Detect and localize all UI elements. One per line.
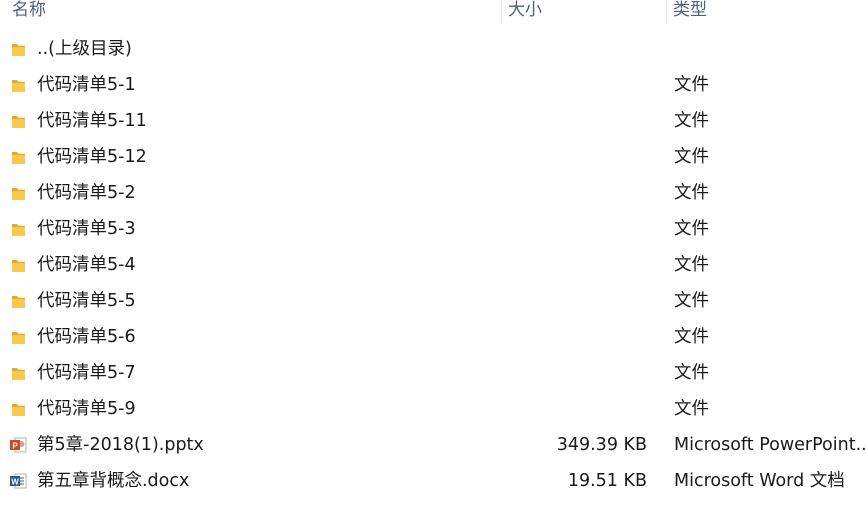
- file-type: [674, 31, 866, 67]
- folder-icon: [10, 185, 27, 202]
- column-header-type[interactable]: 类型: [673, 0, 707, 24]
- folder-icon: [10, 149, 27, 166]
- folder-icon: [10, 221, 27, 238]
- file-size: [500, 211, 647, 247]
- file-type: 文件: [674, 219, 709, 239]
- file-row[interactable]: 代码清单5-1 文件: [0, 67, 866, 103]
- word-file-icon: W: [10, 473, 27, 490]
- file-name: 代码清单5-7: [37, 363, 136, 383]
- column-divider[interactable]: [501, 0, 502, 22]
- file-row[interactable]: 代码清单5-3 文件: [0, 211, 866, 247]
- file-name: 代码清单5-9: [37, 399, 136, 419]
- folder-icon: [10, 77, 27, 94]
- file-size: [500, 283, 647, 319]
- file-size: [500, 103, 647, 139]
- file-size: 349.39 KB: [556, 435, 647, 455]
- folder-icon: [10, 401, 27, 418]
- folder-icon: [10, 41, 27, 58]
- folder-icon: [10, 113, 27, 130]
- column-header-bar: 名称 大小 类型: [0, 0, 866, 24]
- column-header-name[interactable]: 名称: [12, 0, 46, 24]
- file-list: 名称 大小 类型 ..(上级目录) 代码清单5-1 文件 代码清单5-11 文件 代码清单…: [0, 0, 866, 505]
- file-type: Microsoft Word 文档: [674, 471, 845, 491]
- file-size: [500, 247, 647, 283]
- file-name: 第五章背概念.docx: [37, 471, 190, 491]
- file-size: 19.51 KB: [567, 471, 647, 491]
- folder-icon: [10, 257, 27, 274]
- file-name: 代码清单5-4: [37, 255, 136, 275]
- file-name: 第5章-2018(1).pptx: [37, 435, 204, 455]
- svg-text:P: P: [12, 442, 18, 451]
- column-header-size[interactable]: 大小: [508, 0, 542, 24]
- file-type: 文件: [674, 183, 709, 203]
- file-name: 代码清单5-11: [37, 111, 147, 131]
- file-row[interactable]: P 第5章-2018(1).pptx 349.39 KB Microsoft Powe…: [0, 427, 866, 463]
- file-type: 文件: [674, 255, 709, 275]
- column-divider[interactable]: [666, 0, 667, 22]
- file-name: 代码清单5-3: [37, 219, 136, 239]
- folder-icon: [10, 329, 27, 346]
- svg-text:W: W: [11, 478, 19, 487]
- file-type: 文件: [674, 363, 709, 383]
- file-type: 文件: [674, 291, 709, 311]
- file-size: [500, 175, 647, 211]
- file-row[interactable]: 代码清单5-2 文件: [0, 175, 866, 211]
- file-row[interactable]: ..(上级目录): [0, 31, 866, 67]
- file-size: [500, 139, 647, 175]
- file-name: 代码清单5-2: [37, 183, 136, 203]
- file-row[interactable]: 代码清单5-11 文件: [0, 103, 866, 139]
- file-size: [500, 31, 647, 67]
- file-name: ..(上级目录): [37, 39, 132, 59]
- file-name: 代码清单5-6: [37, 327, 136, 347]
- file-size: [500, 319, 647, 355]
- file-row[interactable]: 代码清单5-6 文件: [0, 319, 866, 355]
- file-type: Microsoft PowerPoint..: [674, 435, 866, 455]
- folder-icon: [10, 293, 27, 310]
- file-row[interactable]: 代码清单5-9 文件: [0, 391, 866, 427]
- file-type: 文件: [674, 75, 709, 95]
- folder-icon: [10, 365, 27, 382]
- file-row[interactable]: 代码清单5-5 文件: [0, 283, 866, 319]
- file-type: 文件: [674, 399, 709, 419]
- file-size: [500, 391, 647, 427]
- file-row[interactable]: W 第五章背概念.docx 19.51 KB Microsoft Word 文档: [0, 463, 866, 499]
- file-name: 代码清单5-1: [37, 75, 136, 95]
- file-name: 代码清单5-5: [37, 291, 136, 311]
- file-type: 文件: [674, 147, 709, 167]
- file-name: 代码清单5-12: [37, 147, 147, 167]
- file-size: [500, 355, 647, 391]
- file-row[interactable]: 代码清单5-4 文件: [0, 247, 866, 283]
- powerpoint-file-icon: P: [10, 437, 27, 454]
- file-type: 文件: [674, 111, 709, 131]
- file-row[interactable]: 代码清单5-7 文件: [0, 355, 866, 391]
- file-type: 文件: [674, 327, 709, 347]
- file-size: [500, 67, 647, 103]
- file-row[interactable]: 代码清单5-12 文件: [0, 139, 866, 175]
